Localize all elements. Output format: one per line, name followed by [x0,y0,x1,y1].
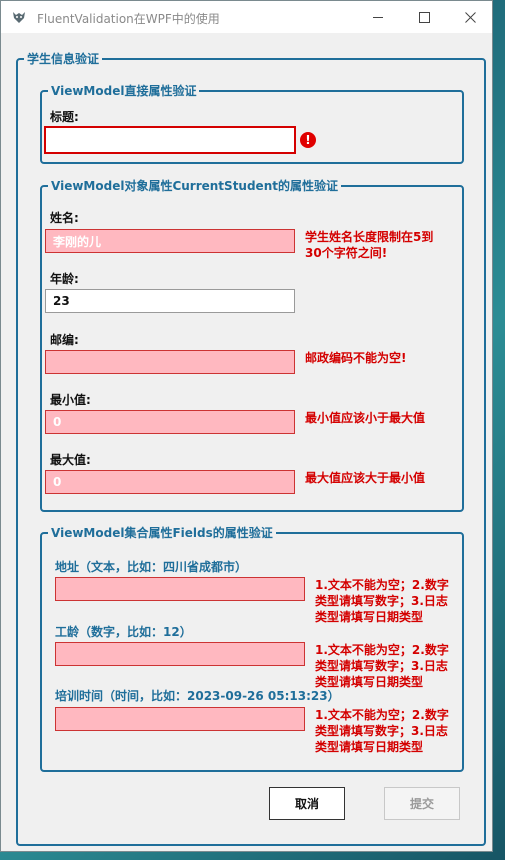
field-input-address[interactable] [55,577,305,601]
wolf-app-icon [13,12,25,23]
zip-error: 邮政编码不能为空! [305,351,407,365]
age-label: 年龄: [50,272,79,286]
min-error: 最小值应该小于最大值 [305,411,426,425]
name-label: 姓名: [50,211,79,225]
field-label-work-years: 工龄（数字，比如：12） [55,625,192,639]
direct-property-legend: ViewModel直接属性验证 [51,84,197,98]
field-label-address: 地址（文本，比如：四川省成都市） [55,560,248,574]
zip-input[interactable] [45,350,295,374]
window-title: FluentValidation在WPF中的使用 [37,12,220,26]
name-input[interactable] [45,229,295,253]
min-input[interactable] [45,410,295,434]
field-input-training-time[interactable] [55,707,305,731]
close-button[interactable] [447,1,493,33]
student-validation-legend: 学生信息验证 [27,52,100,66]
max-label: 最大值: [50,453,91,467]
maximize-button[interactable] [401,1,447,33]
field-input-work-years[interactable] [55,642,305,666]
zip-label: 邮编: [50,333,79,347]
title-bar[interactable]: FluentValidation在WPF中的使用 [1,1,492,33]
name-error: 学生姓名长度限制在5到30个字符之间! [305,230,434,260]
maximize-icon [418,11,430,23]
field-error-work-years: 1.文本不能为空；2.数字类型请填写数字；3.日志类型请填写日期类型 [315,643,449,689]
error-icon: ! [300,132,316,148]
close-icon [464,11,476,23]
minimize-icon [373,16,383,18]
age-input[interactable] [45,289,295,313]
current-student-legend: ViewModel对象属性CurrentStudent的属性验证 [51,179,338,193]
cancel-button[interactable]: 取消 [269,787,345,820]
title-input[interactable] [44,126,296,154]
minimize-button[interactable] [355,1,401,33]
max-input[interactable] [45,470,295,494]
min-label: 最小值: [50,393,91,407]
max-error: 最大值应该大于最小值 [305,471,426,485]
field-error-training-time: 1.文本不能为空；2.数字类型请填写数字；3.日志类型请填写日期类型 [315,708,449,754]
submit-button[interactable]: 提交 [384,787,460,820]
field-error-address: 1.文本不能为空；2.数字类型请填写数字；3.日志类型请填写日期类型 [315,578,449,624]
field-label-training-time: 培训时间（时间，比如：2023-09-26 05:13:23） [55,689,340,703]
title-label: 标题: [50,110,79,124]
current-student-group: ViewModel对象属性CurrentStudent的属性验证 [40,177,464,512]
fields-collection-legend: ViewModel集合属性Fields的属性验证 [51,526,273,540]
